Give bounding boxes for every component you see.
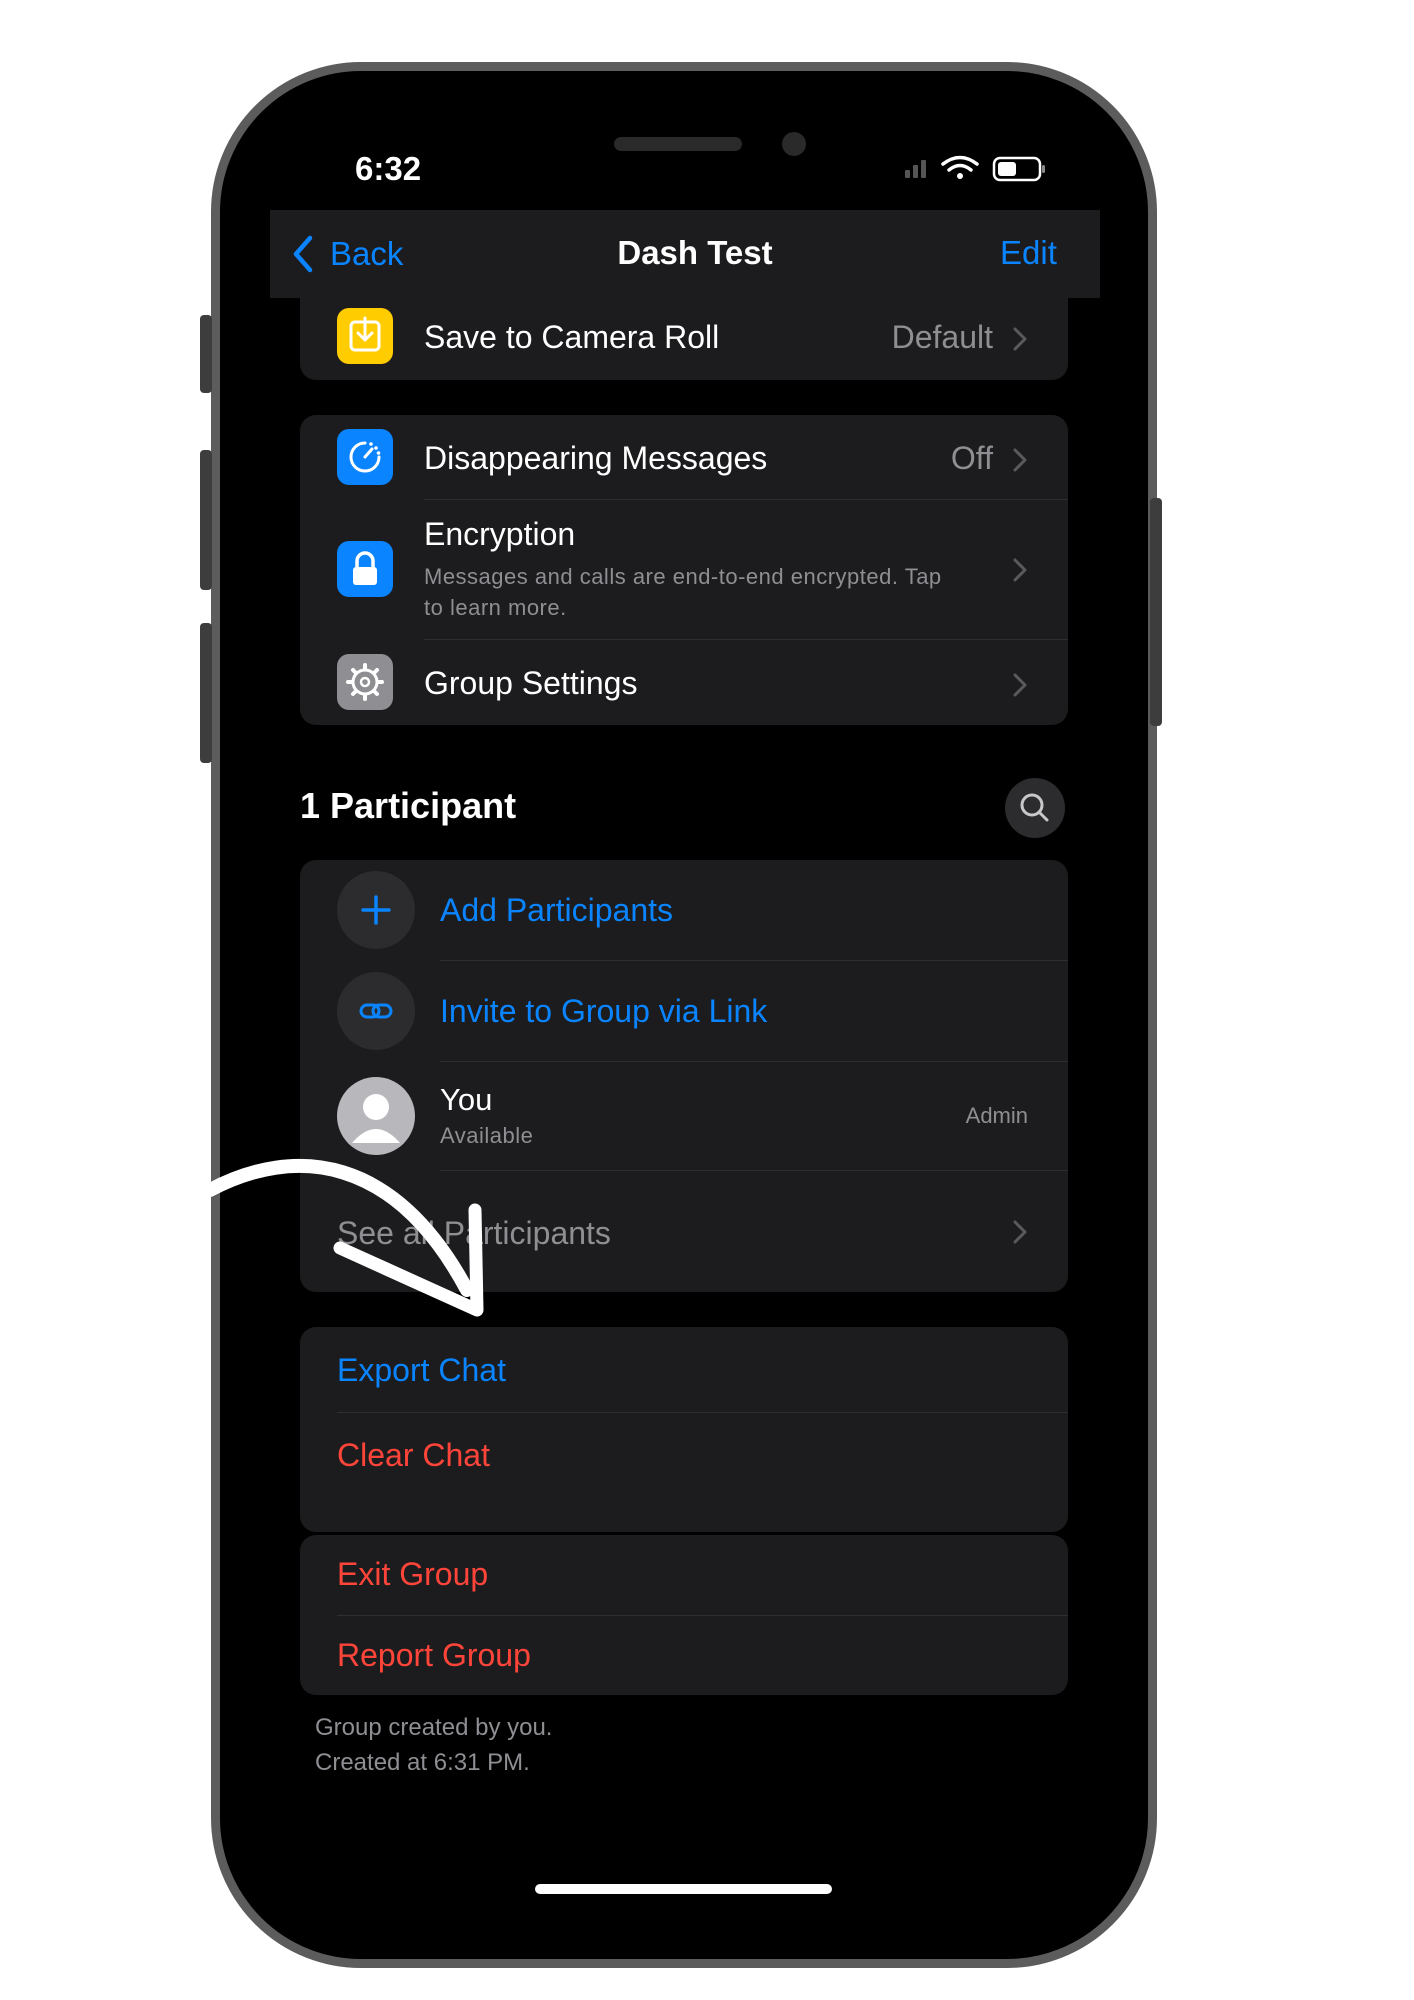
battery-icon [992, 156, 1045, 182]
edit-button[interactable]: Edit [1000, 234, 1057, 272]
report-group-row[interactable]: Report Group [300, 1616, 1068, 1695]
volume-down-button [200, 623, 212, 763]
clear-chat-label: Clear Chat [337, 1437, 490, 1473]
search-icon [1020, 793, 1049, 822]
wifi-icon [941, 155, 979, 179]
chevron-left-icon [293, 235, 313, 273]
clear-chat-row[interactable]: Clear Chat [300, 1413, 1068, 1532]
lock-icon [337, 541, 393, 597]
report-group-label: Report Group [337, 1637, 531, 1673]
encryption-row[interactable]: Encryption Messages and calls are end-to… [300, 500, 1068, 639]
invite-via-link-label: Invite to Group via Link [440, 993, 768, 1029]
add-participants-row[interactable]: Add Participants [300, 860, 1068, 960]
download-icon [337, 308, 393, 364]
search-participants-button[interactable] [1005, 778, 1065, 838]
home-indicator [535, 1884, 832, 1894]
group-settings-label: Group Settings [424, 665, 638, 701]
status-time: 6:32 [355, 150, 422, 187]
disappearing-messages-row[interactable]: Disappearing Messages Off [300, 415, 1068, 499]
plus-icon [361, 895, 391, 925]
notch [448, 120, 920, 186]
chevron-right-icon [1013, 1220, 1027, 1244]
chevron-right-icon [1013, 448, 1027, 472]
disappearing-messages-label: Disappearing Messages [424, 440, 768, 476]
invite-via-link-row[interactable]: Invite to Group via Link [300, 961, 1068, 1061]
encryption-label: Encryption [424, 516, 576, 552]
export-chat-row[interactable]: Export Chat [300, 1327, 1068, 1412]
participants-section-title: 1 Participant [300, 785, 517, 826]
disappearing-messages-value: Off [950, 440, 993, 476]
chevron-right-icon [1013, 558, 1027, 582]
encryption-description: Messages and calls are end-to-end encryp… [424, 561, 942, 623]
status-icons [905, 155, 1045, 182]
media-settings-card: Save to Camera Roll Default [300, 296, 1068, 380]
link-icon-circle [337, 972, 415, 1050]
cellular-signal-icon [905, 160, 926, 178]
gear-icon [337, 654, 393, 710]
chevron-right-icon [1013, 673, 1027, 697]
page-title: Dash Test [617, 234, 773, 271]
participant-name: You [440, 1082, 493, 1117]
add-icon-circle [337, 871, 415, 949]
encryption-description-line2: to learn more. [424, 595, 567, 620]
group-actions-card: Exit Group Report Group [300, 1535, 1068, 1695]
add-participants-label: Add Participants [440, 892, 674, 928]
save-to-camera-roll-value: Default [891, 319, 993, 355]
speaker [614, 137, 742, 151]
link-icon [359, 1003, 393, 1019]
group-settings-row[interactable]: Group Settings [300, 640, 1068, 725]
back-button[interactable]: Back [290, 234, 403, 274]
power-button [1150, 498, 1162, 726]
exit-group-label: Exit Group [337, 1556, 489, 1592]
chevron-right-icon [1013, 327, 1027, 351]
encryption-description-line1: Messages and calls are end-to-end encryp… [424, 564, 942, 589]
annotation-arrow-icon [205, 1159, 484, 1317]
footer-created-by: Group created by you. [315, 1714, 553, 1741]
front-camera [782, 132, 806, 156]
back-label: Back [330, 235, 404, 272]
footer-created-at: Created at 6:31 PM. [315, 1749, 530, 1776]
privacy-settings-card: Disappearing Messages Off Encryption Mes… [300, 415, 1068, 725]
save-to-camera-roll-label: Save to Camera Roll [424, 319, 720, 355]
timer-icon [337, 429, 393, 485]
chat-actions-card: Export Chat Clear Chat [300, 1327, 1068, 1532]
export-chat-label: Export Chat [337, 1352, 506, 1388]
participant-role-badge: Admin [965, 1103, 1028, 1128]
avatar [337, 1077, 415, 1155]
volume-up-button [200, 450, 212, 590]
group-info-footer: Group created by you. Created at 6:31 PM… [315, 1710, 552, 1780]
mute-switch [200, 315, 212, 393]
exit-group-row[interactable]: Exit Group [300, 1535, 1068, 1615]
save-to-camera-roll-row[interactable]: Save to Camera Roll Default [300, 296, 1068, 380]
participant-status: Available [440, 1123, 534, 1148]
